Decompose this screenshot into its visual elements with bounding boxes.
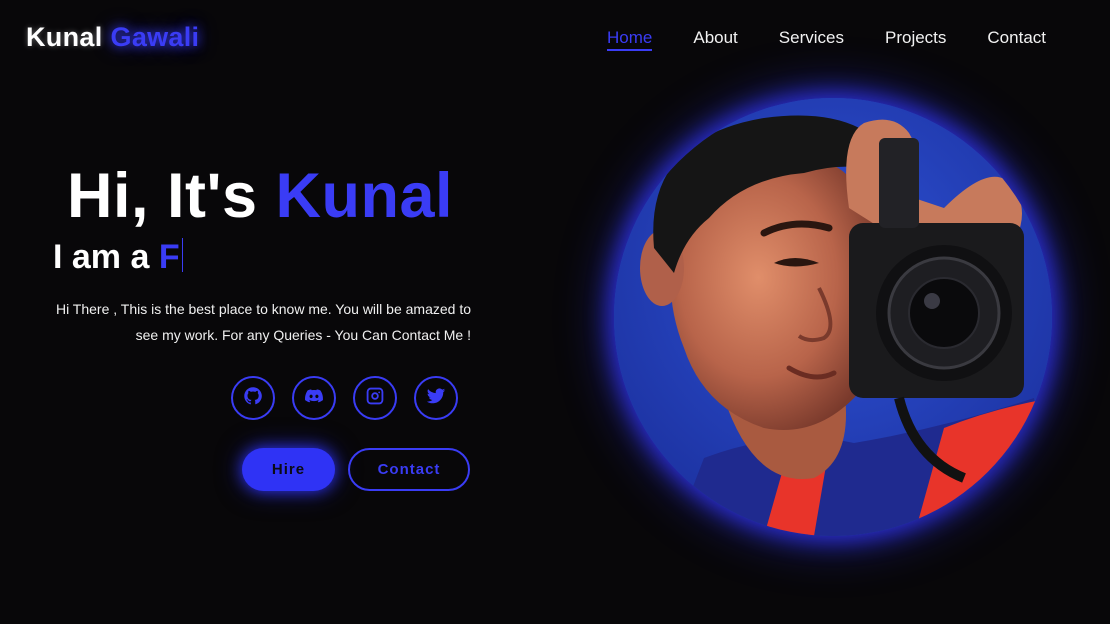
nav-item-about[interactable]: About — [693, 28, 737, 51]
discord-icon — [304, 386, 324, 411]
site-logo[interactable]: Kunal Gawali — [26, 22, 199, 53]
typing-cursor — [181, 238, 184, 272]
twitter-icon — [426, 386, 446, 411]
hero-role-typed: F — [158, 238, 180, 276]
profile-photo — [614, 98, 1052, 536]
nav-item-services[interactable]: Services — [779, 28, 844, 51]
hero-role: I am a F — [53, 238, 184, 277]
main-nav: Home About Services Projects Contact — [607, 28, 1087, 51]
github-link[interactable] — [231, 376, 275, 420]
twitter-link[interactable] — [414, 376, 458, 420]
social-links — [231, 376, 458, 420]
contact-button[interactable]: Contact — [348, 448, 470, 491]
hire-button[interactable]: Hire — [242, 448, 335, 491]
github-icon — [243, 386, 263, 411]
hero-greeting: Hi, It's — [67, 161, 258, 231]
instagram-icon — [365, 386, 385, 411]
nav-item-contact[interactable]: Contact — [987, 28, 1046, 51]
hero-role-prefix: I am a — [53, 238, 150, 276]
logo-first-name: Kunal — [26, 22, 103, 52]
nav-item-home[interactable]: Home — [607, 28, 653, 51]
instagram-link[interactable] — [353, 376, 397, 420]
logo-last-name: Gawali — [110, 22, 200, 52]
hero-name: Kunal — [275, 161, 454, 231]
discord-link[interactable] — [292, 376, 336, 420]
profile-photo-illustration — [614, 98, 1052, 536]
hero-title: Hi, It's Kunal — [67, 160, 453, 232]
hero-description: Hi There , This is the best place to kno… — [55, 301, 471, 343]
nav-item-projects[interactable]: Projects — [885, 28, 946, 51]
